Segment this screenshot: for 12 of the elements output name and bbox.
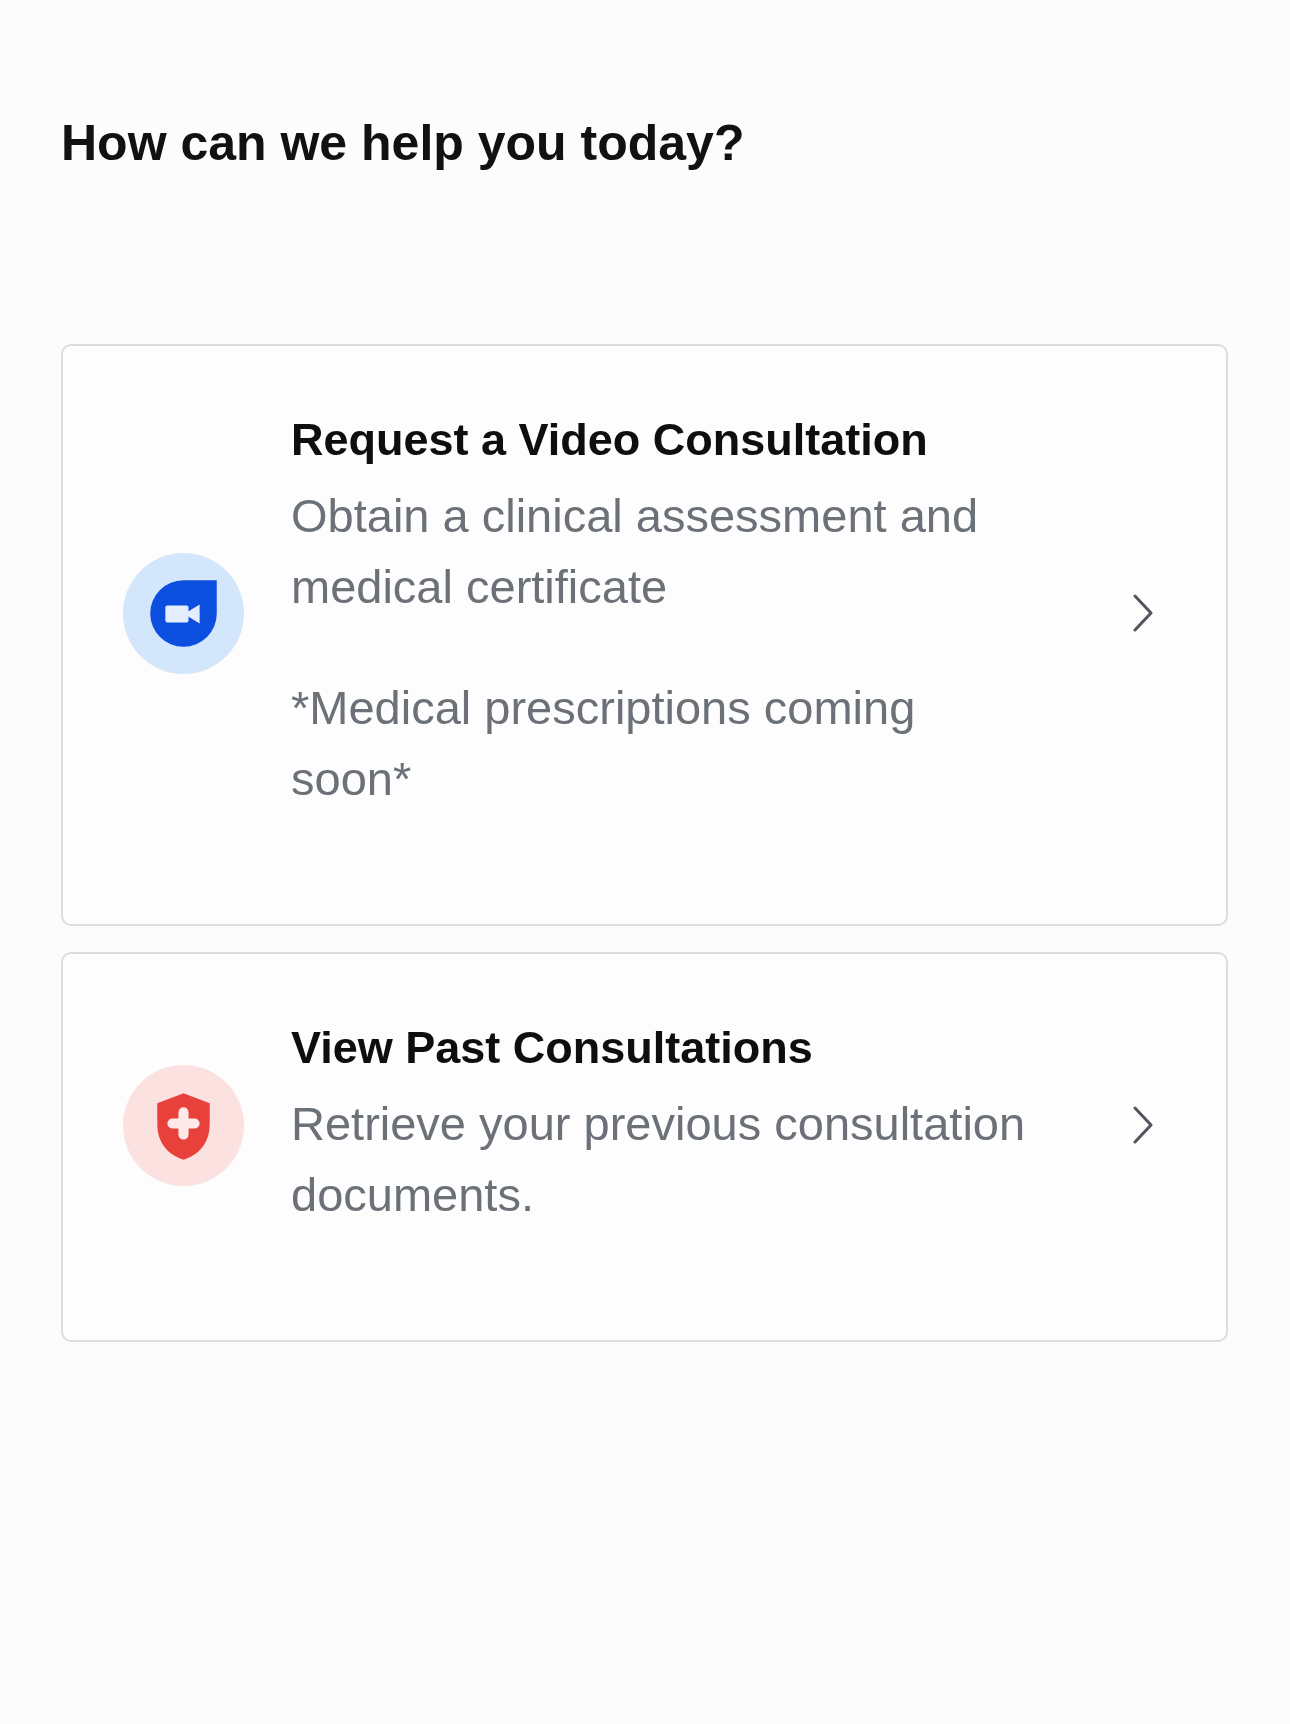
chevron-right-icon [1133,1106,1153,1144]
chevron-right-icon [1133,594,1153,632]
option-note: *Medical prescriptions coming soon* [291,680,917,807]
video-camera-icon [123,552,244,674]
option-card[interactable]: Request a Video Consultation Obtain a clinical assessment and medical certificate *Medical prescriptions coming soon* [61,344,1228,926]
shield-plus-icon [123,1064,244,1186]
option-card[interactable]: View Past Consultations Retrieve your previous consultation documents. [61,952,1228,1342]
option-title: Request a Video Consultation [291,413,928,467]
option-title: View Past Consultations [291,1021,813,1075]
option-description: Obtain a clinical assessment and medical certificate [291,488,980,615]
page-heading: How can we help you today? [61,114,746,173]
option-description: Retrieve your previous consultation documents. [291,1096,1027,1223]
